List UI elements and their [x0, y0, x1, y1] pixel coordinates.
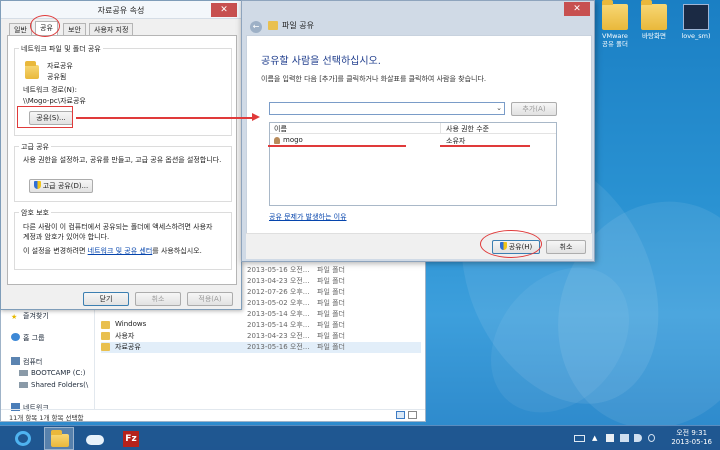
cancel-button[interactable]: 취소: [546, 240, 586, 254]
properties-title: 자료공유 속성: [97, 6, 145, 15]
nav-bootcamp-drive[interactable]: BOOTCAMP (C:): [19, 369, 85, 377]
filezilla-icon: Fz: [123, 431, 139, 447]
close-dialog-button[interactable]: 닫기: [83, 292, 129, 306]
internet-explorer-icon: [15, 431, 31, 446]
column-header-permission[interactable]: 사용 권한 수준: [446, 124, 489, 134]
keyboard-icon[interactable]: [574, 435, 585, 442]
close-button[interactable]: ✕: [211, 3, 237, 17]
flag-icon[interactable]: [606, 434, 614, 442]
password-protection-group: 암호 보호 다른 사람이 이 컴퓨터에서 공유되는 폴더에 액세스하려면 사용자…: [14, 208, 232, 270]
user-name-combobox[interactable]: ⌄: [269, 102, 505, 115]
system-clock[interactable]: 오전 9:31 2013-05-16: [671, 429, 712, 447]
password-description-line2: 계정과 암호가 있어야 합니다.: [23, 233, 110, 241]
file-row-windows[interactable]: Windows 2013-05-14 오후... 파일 폴더: [101, 320, 421, 331]
folder-icon: [25, 61, 39, 79]
network-sharing-center-link[interactable]: 네트워크 및 공유 센터: [88, 247, 153, 255]
sharing-tab-panel: 네트워크 파일 및 폴더 공유 자료공유 공유됨 네트워크 경로(N): \\M…: [7, 35, 237, 285]
advanced-sharing-group: 고급 공유 사용 권한을 설정하고, 공유를 만들고, 고급 공유 옵션을 설정…: [14, 142, 232, 202]
folder-share-state: 공유됨: [47, 73, 67, 81]
annotation-arrow-line: [76, 117, 254, 119]
back-button[interactable]: ←: [250, 21, 262, 33]
file-row-shared-data[interactable]: 자료공유 2013-05-16 오전... 파일 폴더: [101, 342, 421, 353]
file-sharing-titlebar: ← 파일 공유 ✕: [242, 1, 594, 33]
annotation-arrow-head: [252, 113, 260, 121]
homegroup-icon: [11, 333, 20, 341]
annotation-circle-share-button: [480, 230, 542, 258]
file-sharing-content: 공유할 사람을 선택하십시오. 이름을 입력한 다음 [추가]를 클릭하거나 화…: [246, 35, 592, 259]
taskbar: Fz ▲ 오전 9:31 2013-05-16: [0, 425, 720, 450]
folder-icon: [101, 321, 110, 329]
tab-security[interactable]: 보안: [63, 23, 86, 35]
sharing-user-list: 이름 사용 권한 수준 mogo 소유자: [269, 122, 557, 206]
desktop-icon-label: 바탕화면: [642, 32, 666, 40]
tab-customize[interactable]: 사용자 지정: [89, 23, 134, 35]
list-header: 이름 사용 권한 수준: [270, 123, 556, 134]
video-file-icon: [683, 4, 709, 30]
network-drive-icon: [19, 382, 28, 388]
folder-icon: [101, 343, 110, 351]
tab-general[interactable]: 일반: [9, 23, 32, 35]
details-view-icon[interactable]: [396, 411, 405, 419]
apply-button[interactable]: 적용(A): [187, 292, 233, 306]
add-button[interactable]: 추가(A): [511, 102, 557, 116]
folder-icon: [602, 0, 628, 30]
star-icon: ★: [11, 313, 18, 321]
password-settings-text: 이 설정을 변경하려면 네트워크 및 공유 센터를 사용하십시오.: [23, 247, 202, 255]
annotation-underline-user: [268, 145, 406, 147]
drive-icon: [19, 370, 28, 376]
taskbar-filezilla[interactable]: Fz: [116, 427, 146, 450]
desktop-icon-desktop[interactable]: 바탕화면: [634, 0, 674, 40]
network-status-icon[interactable]: [620, 434, 629, 442]
taskbar-internet-explorer[interactable]: [8, 427, 38, 450]
tray-chevron-icon[interactable]: ▲: [592, 434, 597, 442]
wizard-instruction: 이름을 입력한 다음 [추가]를 클릭하거나 화살표를 클릭하여 사람을 찾습니…: [261, 75, 487, 83]
user-icon: [274, 137, 280, 144]
computer-icon: [11, 357, 20, 365]
properties-dialog: 자료공유 속성 ✕ 일반 공유 보안 사용자 지정 네트워크 파일 및 폴더 공…: [0, 0, 242, 310]
desktop-icon-vmware-shared[interactable]: VMware 공유 폴더: [595, 0, 635, 48]
volume-icon[interactable]: [634, 434, 642, 442]
file-row-users[interactable]: 사용자 2013-04-23 오전... 파일 폴더: [101, 331, 421, 342]
desktop-icon-label: love_sm): [681, 32, 711, 40]
file-explorer-icon: [51, 430, 69, 447]
nav-computer[interactable]: 컴퓨터: [11, 357, 42, 367]
clock-time: 오전 9:31: [676, 429, 708, 437]
file-sharing-dialog: ← 파일 공유 ✕ 공유할 사람을 선택하십시오. 이름을 입력한 다음 [추가…: [241, 0, 595, 262]
advanced-sharing-description: 사용 권한을 설정하고, 공유를 만들고, 고급 공유 옵션을 설정합니다.: [23, 156, 222, 164]
nav-favorites[interactable]: ★ 즐겨찾기: [11, 311, 49, 321]
cancel-button[interactable]: 취소: [135, 292, 181, 306]
clock-date: 2013-05-16: [671, 438, 712, 446]
status-bar: 11개 항목 1개 항목 선택함: [1, 409, 425, 422]
taskbar-cloud-app[interactable]: [80, 427, 110, 450]
large-icons-view-icon[interactable]: [408, 411, 417, 419]
user-name: mogo: [283, 136, 303, 144]
power-icon[interactable]: [648, 434, 655, 442]
file-sharing-title: 파일 공유: [282, 21, 314, 30]
uac-shield-icon: [33, 181, 41, 189]
taskbar-file-explorer[interactable]: [44, 427, 74, 450]
chevron-down-icon[interactable]: ⌄: [496, 104, 502, 112]
advanced-sharing-button[interactable]: 고급 공유(D)...: [29, 179, 93, 193]
folder-name: 자료공유: [47, 62, 73, 70]
annotation-underline-permission: [440, 145, 530, 147]
file-row[interactable]: 2013-05-14 오후... 파일 폴더: [101, 309, 421, 320]
cloud-icon: [86, 435, 104, 445]
desktop-icon-label: VMware 공유 폴더: [602, 32, 628, 48]
annotation-box-share-button: [17, 106, 73, 128]
nav-homegroup[interactable]: 홈 그룹: [11, 333, 45, 343]
folder-icon: [641, 0, 667, 30]
sharing-wizard-icon: [268, 21, 278, 30]
network-path-value: \\Mogo-pc\자료공유: [23, 97, 86, 105]
nav-shared-folders[interactable]: Shared Folders(\: [19, 381, 88, 389]
close-button[interactable]: ✕: [564, 2, 590, 16]
desktop-icon-video[interactable]: love_sm): [676, 4, 716, 40]
column-header-name[interactable]: 이름: [274, 124, 287, 134]
folder-icon: [101, 332, 110, 340]
network-path-label: 네트워크 경로(N):: [23, 86, 77, 94]
sharing-problems-link[interactable]: 공유 문제가 발생하는 이유: [269, 212, 347, 222]
annotation-circle-sharing-tab: [30, 15, 60, 37]
wizard-heading: 공유할 사람을 선택하십시오.: [261, 56, 381, 67]
password-description-line1: 다른 사람이 이 컴퓨터에서 공유되는 폴더에 액세스하려면 사용자: [23, 223, 213, 231]
